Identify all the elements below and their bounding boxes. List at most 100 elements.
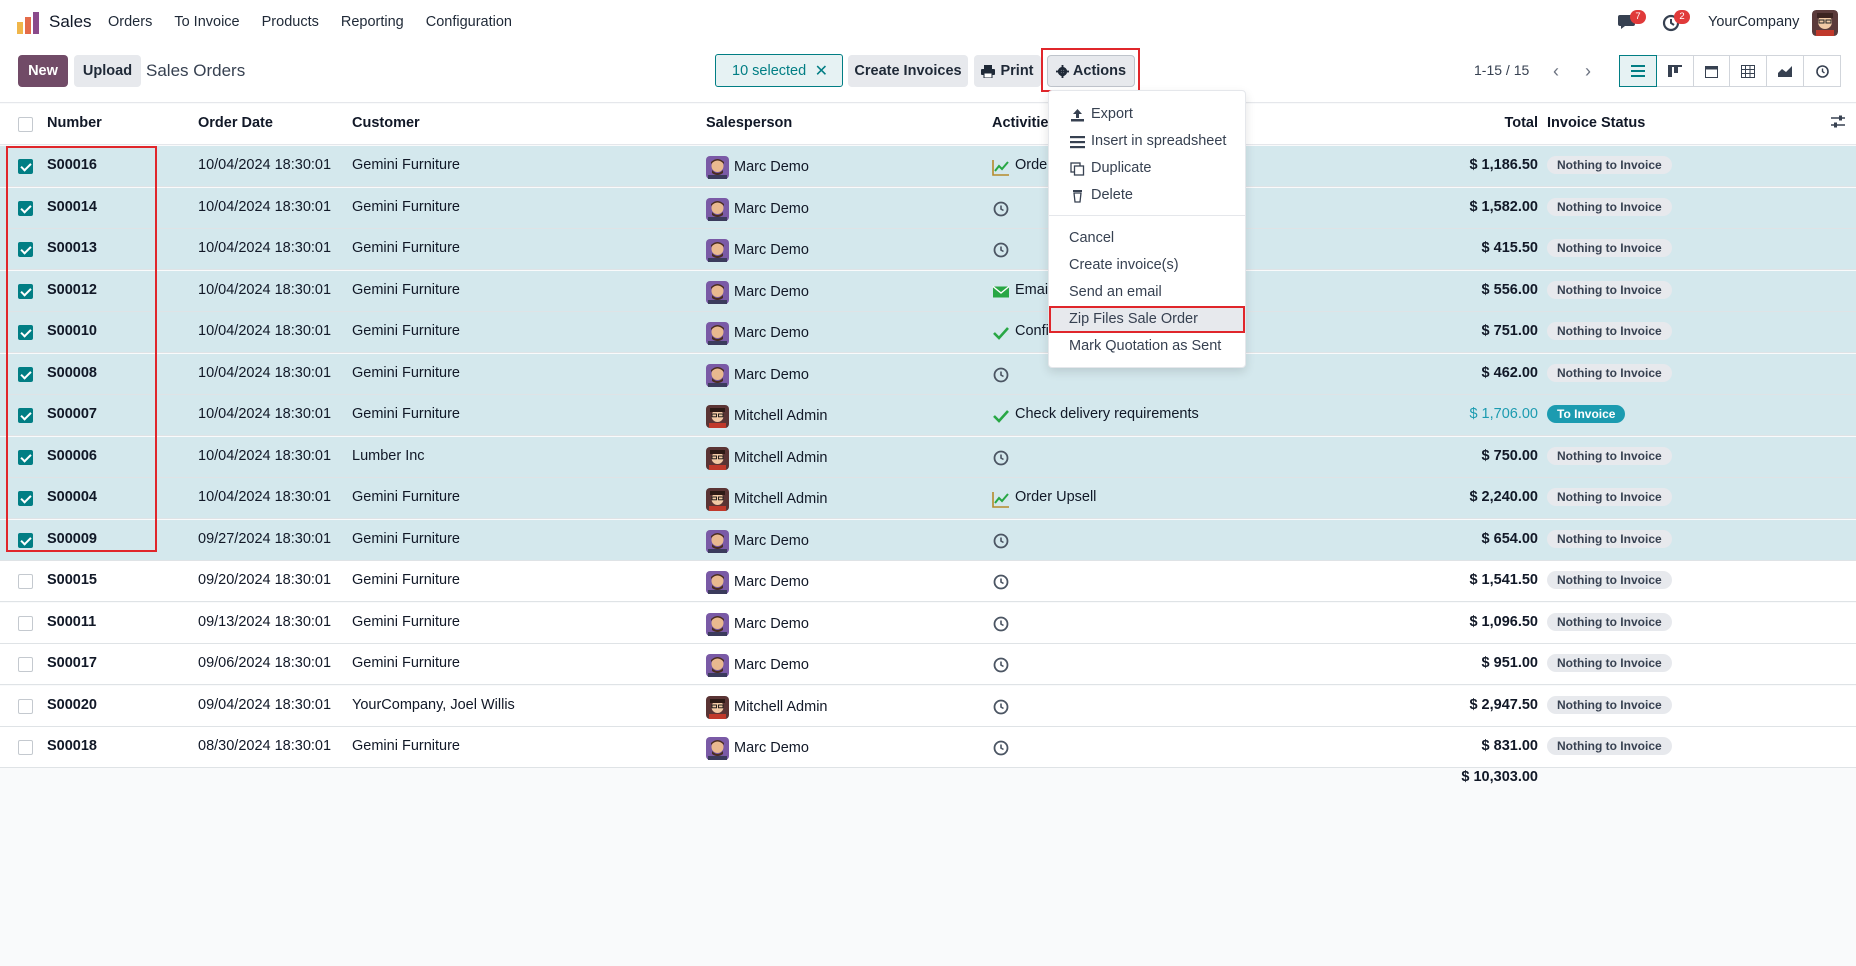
table-row[interactable]: S00011 09/13/2024 18:30:01 Gemini Furnitur… bbox=[0, 602, 1856, 644]
table-row[interactable]: S00009 09/27/2024 18:30:01 Gemini Furnitur… bbox=[0, 519, 1856, 561]
chart-icon[interactable] bbox=[992, 158, 1010, 176]
clock-icon[interactable] bbox=[992, 739, 1010, 757]
clock-icon[interactable] bbox=[992, 241, 1010, 259]
clock-icon[interactable] bbox=[992, 615, 1010, 633]
pager-value[interactable]: 1-15 / 15 bbox=[1474, 62, 1529, 78]
envelope-icon[interactable] bbox=[992, 283, 1010, 301]
menu-item-insert-spreadsheet[interactable]: Insert in spreadsheet bbox=[1049, 128, 1245, 155]
list-view-button[interactable] bbox=[1619, 55, 1657, 87]
activity-view-button[interactable] bbox=[1803, 55, 1841, 87]
order-number: S00017 bbox=[47, 655, 97, 671]
column-invoice-status[interactable]: Invoice Status bbox=[1547, 115, 1645, 131]
salesperson-avatar[interactable] bbox=[706, 363, 729, 387]
table-row[interactable]: S00006 10/04/2024 18:30:01 Lumber Inc Mitch… bbox=[0, 436, 1856, 478]
table-row[interactable]: S00020 09/04/2024 18:30:01 YourCompany, Jo… bbox=[0, 685, 1856, 727]
salesperson-avatar[interactable] bbox=[706, 612, 729, 636]
menu-item-mark-quotation-sent[interactable]: Mark Quotation as Sent bbox=[1049, 333, 1245, 360]
order-date: 09/27/2024 18:30:01 bbox=[198, 530, 332, 547]
row-checkbox[interactable] bbox=[18, 615, 33, 631]
table-row[interactable]: S00007 10/04/2024 18:30:01 Gemini Furnitur… bbox=[0, 395, 1856, 436]
kanban-view-button[interactable] bbox=[1655, 55, 1694, 87]
app-name[interactable]: Sales bbox=[49, 12, 92, 32]
sales-app-icon[interactable] bbox=[16, 12, 40, 34]
menu-item-send-email[interactable]: Send an email bbox=[1049, 279, 1245, 306]
pager-next-button[interactable]: › bbox=[1574, 55, 1602, 87]
salesperson-avatar[interactable] bbox=[706, 197, 729, 221]
pager-previous-button[interactable]: ‹ bbox=[1542, 55, 1570, 87]
optional-columns-icon[interactable] bbox=[1831, 115, 1845, 129]
invoice-status-badge: Nothing to Invoice bbox=[1547, 322, 1672, 340]
column-order-date[interactable]: Order Date bbox=[198, 115, 273, 131]
salesperson-avatar[interactable] bbox=[706, 488, 729, 511]
column-number[interactable]: Number bbox=[47, 115, 102, 131]
salesperson-name: Marc Demo bbox=[734, 574, 809, 590]
menu-item-create-invoices[interactable]: Create invoice(s) bbox=[1049, 252, 1245, 279]
salesperson-avatar[interactable] bbox=[706, 446, 729, 470]
chart-icon[interactable] bbox=[992, 490, 1010, 508]
table-row[interactable]: S00014 10/04/2024 18:30:01 Gemini Furnitur… bbox=[0, 187, 1856, 229]
menu-item-zip-files-sale-order[interactable]: Zip Files Sale Order bbox=[1049, 306, 1245, 333]
clock-icon[interactable] bbox=[992, 449, 1010, 467]
column-salesperson[interactable]: Salesperson bbox=[706, 115, 792, 131]
table-row[interactable]: S00018 08/30/2024 18:30:01 Gemini Furnitur… bbox=[0, 727, 1856, 768]
table-row[interactable]: S00004 10/04/2024 18:30:01 Gemini Furnitur… bbox=[0, 478, 1856, 519]
table-row[interactable]: S00013 10/04/2024 18:30:01 Gemini Furnitur… bbox=[0, 229, 1856, 270]
row-checkbox[interactable] bbox=[18, 740, 33, 755]
clock-icon[interactable] bbox=[992, 698, 1010, 716]
salesperson-avatar[interactable] bbox=[706, 156, 729, 179]
check-icon[interactable] bbox=[992, 324, 1010, 342]
row-checkbox[interactable] bbox=[18, 574, 33, 589]
salesperson-avatar[interactable] bbox=[706, 322, 729, 345]
salesperson-name: Mitchell Admin bbox=[734, 491, 828, 507]
menu-reporting[interactable]: Reporting bbox=[341, 14, 404, 30]
company-switcher[interactable]: YourCompany bbox=[1708, 14, 1799, 30]
table-row[interactable]: S00008 10/04/2024 18:30:01 Gemini Furnitur… bbox=[0, 353, 1856, 395]
menu-item-export[interactable]: Export bbox=[1049, 101, 1245, 128]
salesperson-avatar[interactable] bbox=[706, 737, 729, 760]
row-checkbox[interactable] bbox=[18, 698, 33, 714]
column-customer[interactable]: Customer bbox=[352, 115, 420, 131]
clock-icon[interactable] bbox=[992, 573, 1010, 591]
table-row[interactable]: S00012 10/04/2024 18:30:01 Gemini Furnitur… bbox=[0, 270, 1856, 312]
column-activities[interactable]: Activities bbox=[992, 115, 1056, 131]
menu-item-cancel[interactable]: Cancel bbox=[1049, 225, 1245, 252]
clock-icon[interactable] bbox=[992, 366, 1010, 384]
upload-button[interactable]: Upload bbox=[74, 55, 141, 87]
menu-configuration[interactable]: Configuration bbox=[426, 14, 512, 30]
clock-icon[interactable] bbox=[992, 532, 1010, 550]
select-all-checkbox[interactable] bbox=[18, 117, 33, 132]
salesperson-avatar[interactable] bbox=[706, 695, 729, 719]
check-icon[interactable] bbox=[992, 407, 1010, 425]
menu-orders[interactable]: Orders bbox=[108, 14, 152, 30]
create-invoices-button[interactable]: Create Invoices bbox=[848, 55, 968, 87]
calendar-view-button[interactable] bbox=[1692, 55, 1731, 87]
invoice-status-badge: Nothing to Invoice bbox=[1547, 280, 1672, 299]
column-total[interactable]: Total bbox=[1504, 115, 1538, 131]
salesperson-avatar[interactable] bbox=[706, 654, 729, 677]
salesperson-avatar[interactable] bbox=[706, 280, 729, 304]
salesperson-avatar[interactable] bbox=[706, 239, 729, 262]
user-avatar[interactable] bbox=[1812, 10, 1838, 36]
salesperson-avatar[interactable] bbox=[706, 529, 729, 553]
menu-to-invoice[interactable]: To Invoice bbox=[174, 14, 239, 30]
table-row[interactable]: S00015 09/20/2024 18:30:01 Gemini Furnitur… bbox=[0, 561, 1856, 602]
clear-selection-icon[interactable]: ✕ bbox=[815, 61, 828, 81]
menu-item-delete[interactable]: Delete bbox=[1049, 182, 1245, 209]
menu-products[interactable]: Products bbox=[262, 14, 319, 30]
menu-item-duplicate[interactable]: Duplicate bbox=[1049, 155, 1245, 182]
table-row[interactable]: S00010 10/04/2024 18:30:01 Gemini Furnitur… bbox=[0, 312, 1856, 353]
salesperson-avatar[interactable] bbox=[706, 405, 729, 428]
customer-name: Gemini Furniture bbox=[352, 240, 460, 256]
pivot-view-button[interactable] bbox=[1729, 55, 1768, 87]
print-button[interactable]: Print bbox=[974, 55, 1041, 87]
order-total: $ 1,541.50 bbox=[1469, 572, 1538, 588]
clock-icon[interactable] bbox=[992, 656, 1010, 674]
salesperson-avatar[interactable] bbox=[706, 571, 729, 594]
table-row[interactable]: S00017 09/06/2024 18:30:01 Gemini Furnitur… bbox=[0, 644, 1856, 685]
row-checkbox[interactable] bbox=[18, 657, 33, 672]
clock-icon[interactable] bbox=[992, 200, 1010, 218]
new-button[interactable]: New bbox=[18, 55, 68, 87]
selection-chip[interactable]: 10 selected ✕ bbox=[715, 54, 843, 87]
graph-view-button[interactable] bbox=[1766, 55, 1805, 87]
table-row[interactable]: S00016 10/04/2024 18:30:01 Gemini Furnitur… bbox=[0, 146, 1856, 187]
